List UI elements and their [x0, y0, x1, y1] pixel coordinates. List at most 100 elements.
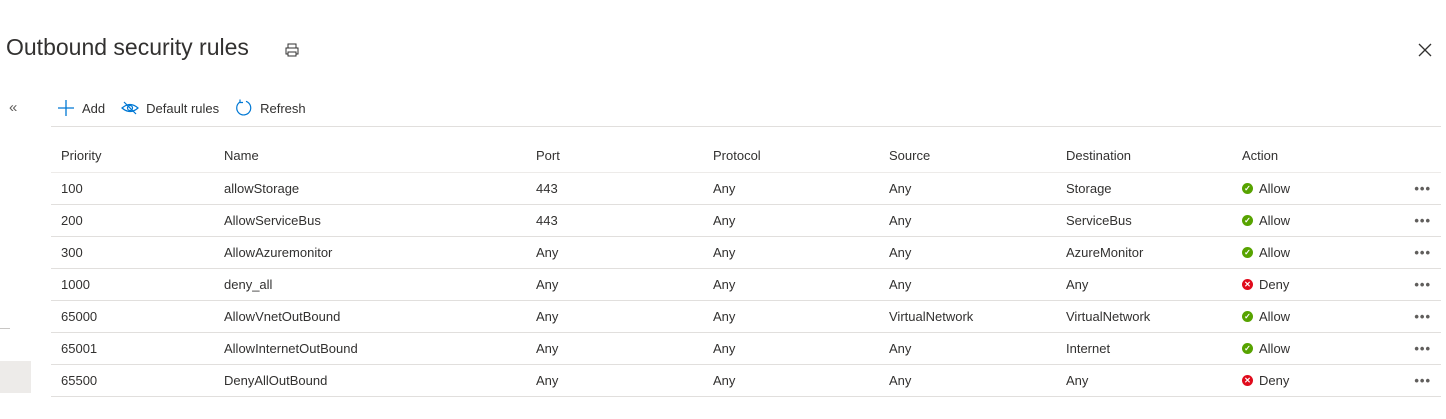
cell-destination: VirtualNetwork: [1056, 300, 1232, 333]
more-options-icon[interactable]: •••: [1382, 300, 1441, 333]
cell-name: deny_all: [214, 268, 526, 301]
col-priority[interactable]: Priority: [51, 139, 214, 173]
toolbar-divider: [51, 126, 1441, 127]
cell-source: VirtualNetwork: [879, 300, 1056, 333]
table-row[interactable]: 65001 AllowInternetOutBound Any Any Any Inter…: [51, 332, 1441, 365]
cell-action: ✕ Deny: [1232, 268, 1382, 301]
collapse-icon[interactable]: «: [9, 99, 17, 116]
cell-source: Any: [879, 268, 1056, 301]
cell-action: ✓ Allow: [1232, 236, 1382, 269]
cell-name: AllowAzuremonitor: [214, 236, 526, 269]
check-circle-icon: ✓: [1242, 215, 1253, 226]
cell-name: AllowServiceBus: [214, 204, 526, 237]
col-more: [1382, 139, 1441, 173]
cell-priority: 300: [51, 236, 214, 269]
cell-protocol: Any: [703, 364, 879, 397]
cell-source: Any: [879, 204, 1056, 237]
more-options-icon[interactable]: •••: [1382, 332, 1441, 365]
cell-port: Any: [526, 332, 703, 365]
cell-protocol: Any: [703, 204, 879, 237]
cell-name: AllowInternetOutBound: [214, 332, 526, 365]
cell-port: 443: [526, 172, 703, 205]
sidebar-selected-item[interactable]: [0, 361, 31, 393]
cell-priority: 65001: [51, 332, 214, 365]
cell-destination: Internet: [1056, 332, 1232, 365]
cell-source: Any: [879, 236, 1056, 269]
close-icon[interactable]: [1417, 42, 1433, 58]
cell-destination: Storage: [1056, 172, 1232, 205]
refresh-icon: [236, 99, 252, 116]
cell-name: DenyAllOutBound: [214, 364, 526, 397]
check-circle-icon: ✓: [1242, 183, 1253, 194]
cell-name: AllowVnetOutBound: [214, 300, 526, 333]
sidebar-divider: [0, 328, 10, 329]
col-protocol[interactable]: Protocol: [703, 139, 879, 173]
print-icon[interactable]: [284, 42, 300, 58]
default-rules-button[interactable]: Default rules: [121, 99, 219, 117]
error-circle-icon: ✕: [1242, 279, 1253, 290]
cell-destination: Any: [1056, 364, 1232, 397]
eye-hidden-icon: [121, 101, 140, 115]
cell-source: Any: [879, 172, 1056, 205]
more-options-icon[interactable]: •••: [1382, 364, 1441, 397]
more-options-icon[interactable]: •••: [1382, 268, 1441, 301]
cell-priority: 100: [51, 172, 214, 205]
cell-destination: ServiceBus: [1056, 204, 1232, 237]
page-title: Outbound security rules: [6, 34, 249, 60]
cell-protocol: Any: [703, 268, 879, 301]
cell-action: ✓ Allow: [1232, 332, 1382, 365]
action-label: Allow: [1259, 341, 1291, 356]
cell-protocol: Any: [703, 332, 879, 365]
cell-action: ✓ Allow: [1232, 300, 1382, 333]
action-label: Allow: [1259, 213, 1291, 228]
cell-priority: 65500: [51, 364, 214, 397]
cell-port: 443: [526, 204, 703, 237]
col-source[interactable]: Source: [879, 139, 1056, 173]
action-label: Allow: [1259, 309, 1291, 324]
more-options-icon[interactable]: •••: [1382, 236, 1441, 269]
check-circle-icon: ✓: [1242, 343, 1253, 354]
col-port[interactable]: Port: [526, 139, 703, 173]
rules-table: Priority Name Port Protocol Source Desti…: [51, 139, 1441, 397]
table-row[interactable]: 300 AllowAzuremonitor Any Any Any AzureMonito…: [51, 236, 1441, 269]
cell-action: ✓ Allow: [1232, 204, 1382, 237]
cell-priority: 65000: [51, 300, 214, 333]
cell-protocol: Any: [703, 172, 879, 205]
table-row[interactable]: 65500 DenyAllOutBound Any Any Any Any ✕ Deny •••: [51, 364, 1441, 397]
cell-source: Any: [879, 364, 1056, 397]
error-circle-icon: ✕: [1242, 375, 1253, 386]
cell-port: Any: [526, 300, 703, 333]
check-circle-icon: ✓: [1242, 311, 1253, 322]
cell-action: ✓ Allow: [1232, 172, 1382, 205]
cell-port: Any: [526, 364, 703, 397]
table-row[interactable]: 65000 AllowVnetOutBound Any Any VirtualNetwo…: [51, 300, 1441, 333]
cell-source: Any: [879, 332, 1056, 365]
toolbar: Add Default rules Refresh: [57, 99, 322, 117]
check-circle-icon: ✓: [1242, 247, 1253, 258]
cell-destination: AzureMonitor: [1056, 236, 1232, 269]
table-header: Priority Name Port Protocol Source Desti…: [51, 139, 1441, 173]
cell-protocol: Any: [703, 236, 879, 269]
cell-priority: 1000: [51, 268, 214, 301]
table-row[interactable]: 100 allowStorage 443 Any Any Storage ✓ Allow •••: [51, 172, 1441, 205]
more-options-icon[interactable]: •••: [1382, 204, 1441, 237]
add-button[interactable]: Add: [57, 99, 105, 117]
refresh-label: Refresh: [260, 100, 306, 116]
refresh-button[interactable]: Refresh: [235, 99, 306, 117]
cell-protocol: Any: [703, 300, 879, 333]
add-label: Add: [82, 100, 106, 116]
cell-action: ✕ Deny: [1232, 364, 1382, 397]
cell-destination: Any: [1056, 268, 1232, 301]
col-name[interactable]: Name: [214, 139, 526, 173]
cell-port: Any: [526, 268, 703, 301]
action-label: Allow: [1259, 245, 1291, 260]
col-destination[interactable]: Destination: [1056, 139, 1232, 173]
table-row[interactable]: 1000 deny_all Any Any Any Any ✕ Deny •••: [51, 268, 1441, 301]
col-action[interactable]: Action: [1232, 139, 1382, 173]
more-options-icon[interactable]: •••: [1382, 172, 1441, 205]
action-label: Deny: [1259, 373, 1290, 388]
action-label: Allow: [1259, 181, 1291, 196]
plus-icon: [58, 100, 74, 116]
cell-port: Any: [526, 236, 703, 269]
table-row[interactable]: 200 AllowServiceBus 443 Any Any ServiceBus ✓ Al…: [51, 204, 1441, 237]
